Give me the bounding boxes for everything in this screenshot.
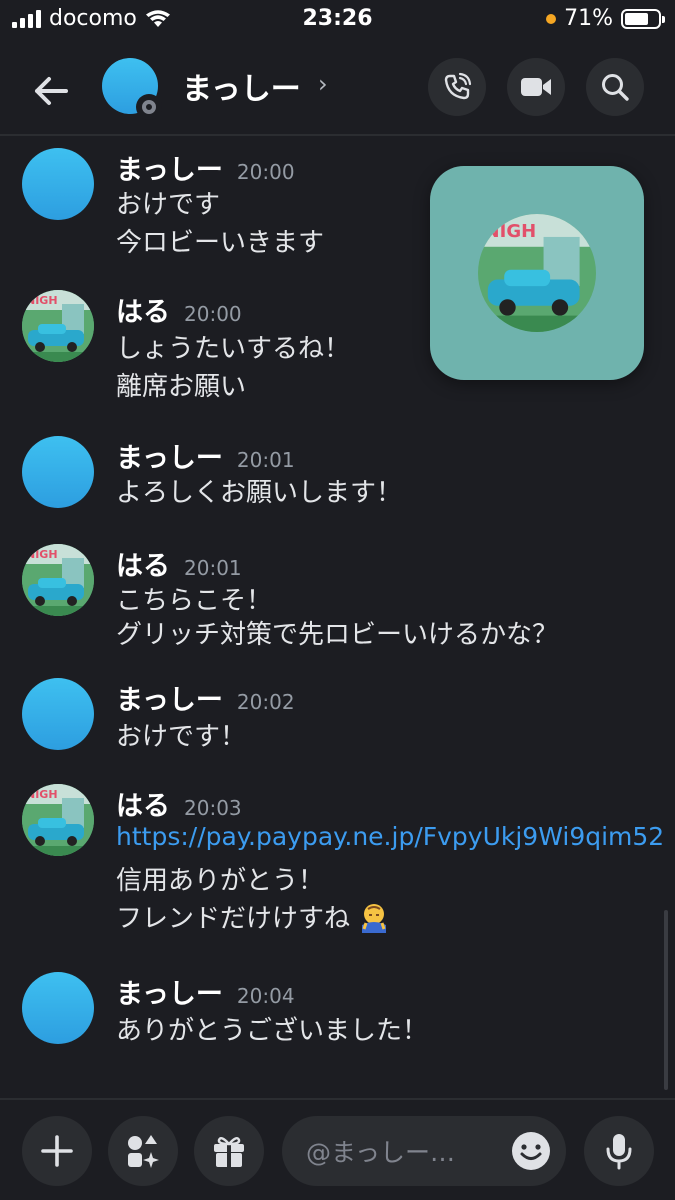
- car-artwork-avatar-icon: NIGH: [22, 290, 94, 362]
- message-author[interactable]: まっしー: [116, 979, 223, 1010]
- voice-call-icon: [444, 72, 472, 100]
- microphone-icon: [606, 1134, 632, 1170]
- back-arrow-icon: [35, 77, 68, 105]
- battery-icon: [621, 8, 665, 29]
- user-avatar[interactable]: NIGH: [22, 544, 94, 616]
- message-input[interactable]: @まっしー…: [282, 1116, 566, 1186]
- message-link[interactable]: https://pay.paypay.ne.jp/FvpyUkj9Wi9qim5…: [116, 822, 664, 851]
- svg-text:NIGH: NIGH: [26, 294, 58, 307]
- search-icon: [602, 74, 629, 101]
- back-button[interactable]: [28, 68, 74, 114]
- chevron-right-icon[interactable]: ›: [318, 70, 328, 98]
- battery-percent: 71%: [564, 6, 613, 31]
- svg-text:NIGH: NIGH: [485, 221, 537, 242]
- message-timestamp: 20:01: [236, 448, 295, 472]
- chat-header: まっしー ›: [0, 50, 675, 134]
- message-timestamp: 20:04: [236, 984, 295, 1008]
- message-text: こちらこそ！: [116, 586, 273, 616]
- composer-bar: @まっしー…: [0, 1098, 675, 1200]
- status-right: 71%: [546, 6, 665, 31]
- svg-text:NIGH: NIGH: [26, 548, 58, 561]
- message-text: よろしくお願いします！: [116, 478, 403, 508]
- apps-icon: [128, 1135, 159, 1168]
- battery-fill: [625, 12, 648, 25]
- add-attachment-button[interactable]: [22, 1116, 92, 1186]
- bowing-person-emoji-icon: [362, 904, 387, 933]
- message-timestamp: 20:00: [236, 160, 295, 184]
- user-avatar[interactable]: NIGH: [22, 784, 94, 856]
- user-avatar[interactable]: [22, 148, 94, 220]
- user-avatar[interactable]: [22, 972, 94, 1044]
- message-timestamp: 20:01: [184, 556, 242, 580]
- message-text: グリッチ対策で先ロビーいけるかな？: [116, 620, 559, 650]
- video-call-button[interactable]: [507, 58, 565, 116]
- message-text: 今ロビーいきます: [116, 228, 325, 258]
- svg-text:NIGH: NIGH: [26, 788, 58, 801]
- plus-icon: [41, 1135, 73, 1167]
- voice-message-button[interactable]: [584, 1116, 654, 1186]
- video-call-icon: [521, 78, 551, 96]
- message-text: 離席お願い: [116, 372, 247, 402]
- message-text: 信用ありがとう！: [116, 866, 325, 896]
- car-artwork-avatar-icon: NIGH: [478, 214, 596, 332]
- header-username[interactable]: まっしー: [182, 64, 301, 108]
- car-artwork-avatar-icon: NIGH: [22, 544, 94, 616]
- user-avatar[interactable]: [22, 436, 94, 508]
- gift-button[interactable]: [194, 1116, 264, 1186]
- message-timestamp: 20:03: [184, 796, 242, 820]
- message-author[interactable]: はる: [116, 551, 170, 582]
- message-text: おけです: [116, 190, 221, 220]
- user-avatar[interactable]: NIGH: [22, 290, 94, 362]
- message-text: しょうたいするね！: [116, 334, 351, 364]
- message-timestamp: 20:00: [184, 302, 242, 326]
- picture-in-picture-call-window[interactable]: NIGH: [430, 166, 644, 380]
- car-artwork-avatar-icon: NIGH: [22, 784, 94, 856]
- message-text: おけです！: [116, 722, 247, 752]
- scrollbar[interactable]: [664, 910, 668, 1090]
- message-author[interactable]: はる: [116, 297, 170, 328]
- emoji-icon[interactable]: [510, 1130, 552, 1172]
- message-text: フレンドだけけすね: [116, 904, 351, 934]
- voice-call-button[interactable]: [428, 58, 486, 116]
- gift-icon: [214, 1137, 244, 1167]
- recording-indicator-icon: [546, 13, 557, 24]
- search-button[interactable]: [586, 58, 644, 116]
- pip-avatar: NIGH: [478, 214, 596, 332]
- offline-status-icon: [136, 94, 162, 120]
- apps-button[interactable]: [108, 1116, 178, 1186]
- message-author[interactable]: まっしー: [116, 443, 223, 474]
- message-author[interactable]: はる: [116, 791, 170, 822]
- message-input-placeholder: @まっしー…: [306, 1138, 456, 1167]
- message-author[interactable]: まっしー: [116, 685, 223, 716]
- header-divider: [0, 134, 675, 136]
- message-timestamp: 20:02: [236, 690, 295, 714]
- user-avatar[interactable]: [22, 678, 94, 750]
- message-text: ありがとうございました！: [116, 1016, 429, 1046]
- message-text-with-emoji: フレンドだけけすね: [116, 898, 390, 935]
- status-bar: docomo 23:26 71%: [0, 0, 675, 40]
- message-author[interactable]: まっしー: [116, 155, 223, 186]
